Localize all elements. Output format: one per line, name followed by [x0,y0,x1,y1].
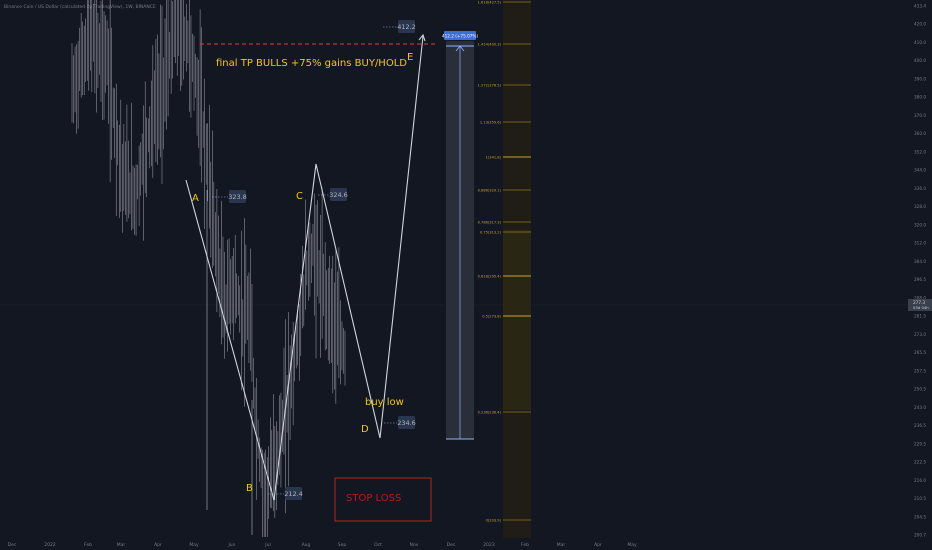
fib-level-label: 0(203.9) [486,519,502,523]
y-tick-label: 273.0 [914,332,926,337]
fib-level-label: 0.618(295.4) [478,275,502,279]
fib-level-label: 0.5(273.8) [482,315,501,319]
fib-level-label: 0.75(313.2) [480,231,502,235]
y-tick-label: 296.5 [914,277,926,282]
fib-level-label: 1.13(359.6) [480,121,502,125]
fib-level-label: 1.272(376.5) [478,84,502,88]
target-annotation: final TP BULLS +75% gains BUY/HOLD [216,58,407,69]
y-tick-label: 328.0 [914,204,926,209]
fib-level-label: 0.786(317.3) [478,221,502,225]
chart-canvas[interactable]: Binance Coin / US Dollar (calculated by … [0,0,932,550]
price-callout-value: 412.2 [397,23,416,31]
y-tick-label: 265.5 [914,350,926,355]
x-tick-label: 2023 [483,542,495,548]
wave-label: D [361,424,369,435]
x-tick-label: Feb [84,542,92,548]
wave-label: C [296,191,303,202]
x-tick-label: May [627,542,637,548]
y-tick-label: 216.0 [914,478,926,483]
y-tick-label: 380.0 [914,95,926,100]
y-tick-label: 312.0 [914,241,926,246]
y-tick-label: 352.0 [914,149,926,154]
price-callout-value: 323.8 [228,193,247,201]
y-tick-label: 236.5 [914,423,926,428]
fib-level-label: 0.236(236.4) [478,411,502,415]
x-tick-label: May [189,542,199,548]
last-price-time: 03d 04h [913,305,929,310]
y-tick-label: 390.0 [914,76,926,81]
y-tick-label: 250.5 [914,387,926,392]
y-tick-label: 229.5 [914,441,926,446]
x-tick-label: Jul [264,542,270,548]
wave-label: B [246,483,253,494]
y-tick-label: 257.5 [914,368,926,373]
y-tick-label: 370.0 [914,113,926,118]
y-tick-label: 433.4 [914,4,926,9]
x-tick-label: Feb [521,542,529,548]
wave-label: A [192,193,199,204]
chart-container[interactable]: Binance Coin / US Dollar (calculated by … [0,0,932,550]
x-tick-label: Oct [374,542,382,548]
x-tick-label: Mar [117,542,126,548]
fib-zone-mid-band [503,230,531,410]
price-callout-value: 234.6 [397,419,416,427]
x-tick-label: Jun [227,542,235,548]
x-tick-label: Dec [8,542,17,548]
y-tick-label: 320.0 [914,222,926,227]
symbol-title: Binance Coin / US Dollar (calculated by … [4,4,156,10]
y-tick-label: 420.0 [914,22,926,27]
x-tick-label: 2022 [44,542,56,548]
x-tick-label: Apr [154,542,162,548]
y-tick-label: 410.0 [914,40,926,45]
y-tick-label: 344.0 [914,168,926,173]
x-tick-label: Apr [594,542,602,548]
x-tick-label: Aug [302,542,311,548]
y-tick-label: 336.0 [914,186,926,191]
y-tick-label: 400.0 [914,58,926,63]
fib-level-label: 1(341.8) [486,156,502,160]
y-tick-label: 200.7 [914,533,926,538]
y-tick-label: 210.5 [914,496,926,501]
y-tick-label: 243.0 [914,405,926,410]
stop-loss-label: STOP LOSS [346,493,401,504]
y-tick-label: 204.5 [914,514,926,519]
fib-level-label: 1.414(400.3) [478,43,502,47]
y-tick-label: 360.0 [914,131,926,136]
y-tick-label: 281.5 [914,314,926,319]
y-tick-label: 304.0 [914,259,926,264]
buy-annotation: buy low [365,397,404,408]
x-tick-label: Nov [410,542,419,548]
fib-level-label: 0.886(329.1) [478,189,502,193]
x-tick-label: Sep [338,542,347,548]
measure-label: 412.2 (+75.07%) [442,34,478,39]
x-tick-label: Dec [447,542,456,548]
x-tick-label: Mar [557,542,566,548]
price-callout-value: 324.6 [329,191,348,199]
fib-level-label: 1.618(427.5) [478,1,502,5]
price-callout-value: 212.4 [284,490,303,498]
wave-label: E [407,52,413,63]
y-tick-label: 222.5 [914,460,926,465]
